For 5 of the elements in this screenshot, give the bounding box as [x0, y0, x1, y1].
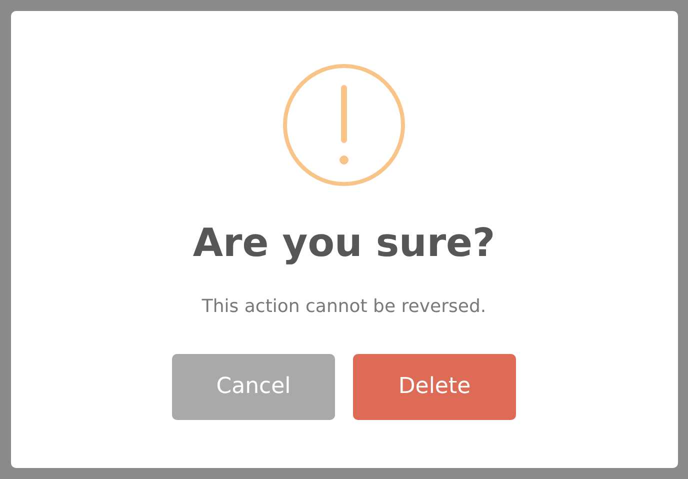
dialog-title: Are you sure?	[192, 221, 496, 268]
cancel-button[interactable]: Cancel	[172, 354, 335, 420]
delete-button[interactable]: Delete	[353, 354, 516, 420]
dialog-message: This action cannot be reversed.	[202, 296, 486, 317]
warning-icon	[282, 63, 406, 187]
